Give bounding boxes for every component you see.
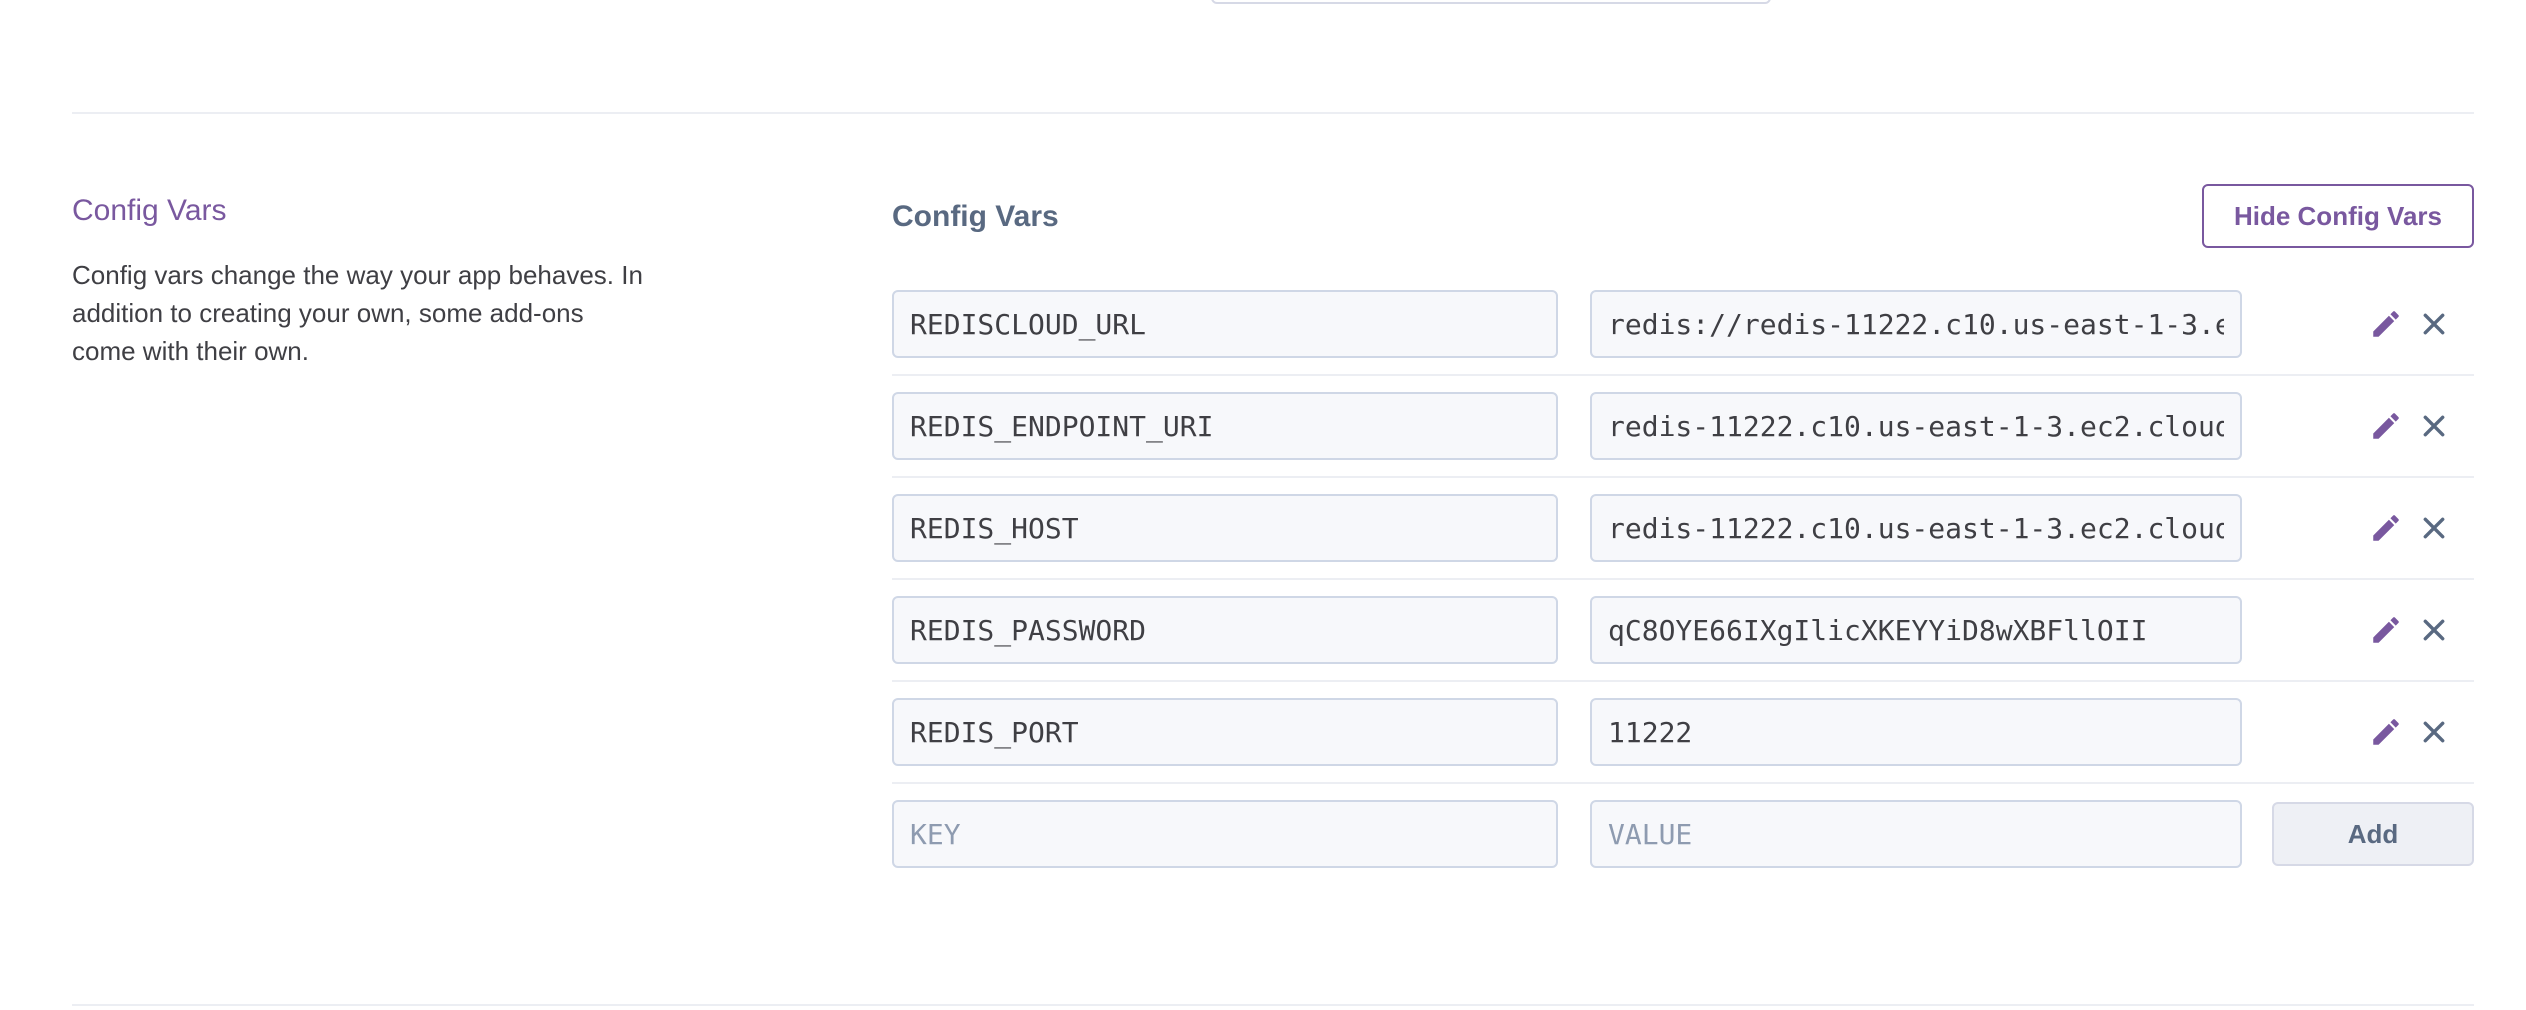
config-var-value-field[interactable] [1590,596,2242,664]
config-var-value-field[interactable] [1590,494,2242,562]
section-description: Config vars change the way your app beha… [72,260,643,366]
config-vars-list: Add [892,290,2474,902]
section-title: Config Vars [72,194,227,227]
new-value-input[interactable] [1590,800,2242,868]
config-var-row [892,698,2474,800]
edit-button[interactable] [2364,302,2408,346]
add-config-var-button[interactable]: Add [2272,802,2474,866]
config-var-key-field[interactable] [892,596,1558,664]
config-var-row [892,392,2474,494]
config-var-value-field[interactable] [1590,698,2242,766]
pencil-icon [2373,311,2399,337]
close-icon [2423,721,2445,743]
delete-button[interactable] [2412,302,2456,346]
new-key-input[interactable] [892,800,1558,868]
section-divider [72,1004,2474,1006]
close-icon [2423,415,2445,437]
pencil-icon [2373,719,2399,745]
delete-button[interactable] [2412,506,2456,550]
close-icon [2423,313,2445,335]
pencil-icon [2373,617,2399,643]
config-var-row [892,290,2474,392]
config-var-key-field[interactable] [892,698,1558,766]
edit-button[interactable] [2364,608,2408,652]
config-vars-heading: Config Vars [892,200,1059,233]
new-config-var-row: Add [892,800,2474,902]
close-icon [2423,619,2445,641]
hide-config-vars-button[interactable]: Hide Config Vars [2202,184,2474,248]
config-var-key-field[interactable] [892,392,1558,460]
edit-button[interactable] [2364,404,2408,448]
config-var-key-field[interactable] [892,290,1558,358]
config-var-key-field[interactable] [892,494,1558,562]
close-icon [2423,517,2445,539]
config-var-row [892,596,2474,698]
edit-button[interactable] [2364,506,2408,550]
config-var-row [892,494,2474,596]
edit-button[interactable] [2364,710,2408,754]
config-var-value-field[interactable] [1590,290,2242,358]
partial-input-field [1211,0,1771,4]
delete-button[interactable] [2412,404,2456,448]
config-var-value-field[interactable] [1590,392,2242,460]
pencil-icon [2373,515,2399,541]
delete-button[interactable] [2412,710,2456,754]
delete-button[interactable] [2412,608,2456,652]
section-divider [72,112,2474,114]
pencil-icon [2373,413,2399,439]
